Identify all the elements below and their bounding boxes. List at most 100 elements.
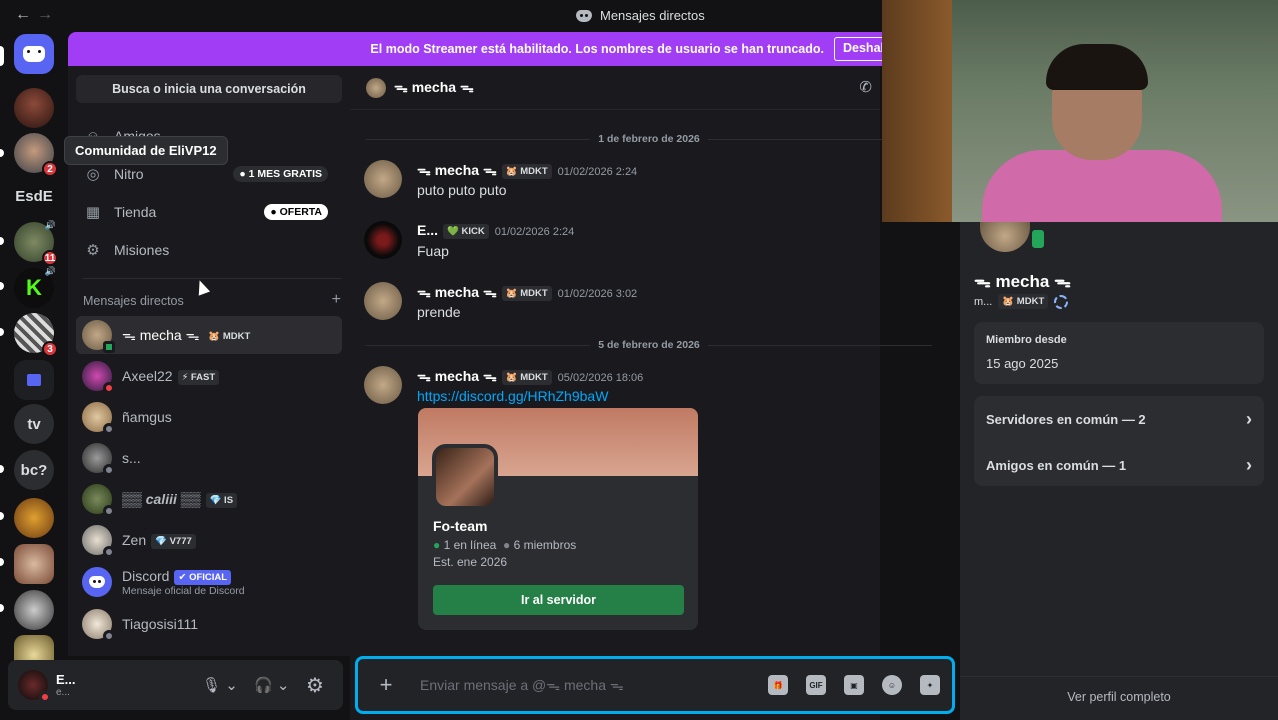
- message-avatar[interactable]: [364, 221, 402, 259]
- microphone-icon[interactable]: 🎙 ⌄: [202, 676, 238, 694]
- chevron-right-icon: ›: [1246, 408, 1252, 429]
- online-dot-icon: ●: [433, 538, 441, 552]
- user-profile-panel: ᯓ mecha ᯓ m... 🐹 MDKT Miembro desde 15 a…: [960, 220, 1278, 720]
- server-esde[interactable]: EsdE: [14, 176, 54, 216]
- server-icon-2[interactable]: 2: [14, 133, 58, 177]
- invite-link[interactable]: https://discord.gg/HRhZh9baW: [417, 388, 608, 404]
- offer-badge: ● OFERTA: [264, 204, 328, 220]
- disable-streamer-button[interactable]: Deshabilitar: [834, 37, 888, 61]
- webcam-overlay: [882, 0, 1278, 222]
- mutual-card: Servidores en común — 2 › Amigos en común…: [974, 396, 1264, 486]
- server-icon-4[interactable]: 🔊 11: [14, 220, 58, 266]
- back-arrow-icon[interactable]: ←: [12, 6, 34, 24]
- dm-item-discord[interactable]: Discord ✔ OFICIAL Mensaje oficial de Disc…: [76, 562, 342, 602]
- nitro-icon: ◎: [86, 166, 100, 183]
- discord-logo-icon: [576, 9, 592, 22]
- message-text: Fuap: [417, 243, 449, 259]
- search-conversation-button[interactable]: Busca o inicia una conversación: [76, 75, 342, 103]
- author-name[interactable]: E...: [417, 222, 438, 238]
- date-label: 1 de febrero de 2026: [598, 133, 700, 145]
- speaker-icon: 🔊: [44, 220, 56, 230]
- mutual-servers-row[interactable]: Servidores en común — 2 ›: [974, 396, 1264, 442]
- user-info[interactable]: E... e...: [48, 672, 76, 698]
- server-folder[interactable]: [14, 360, 54, 400]
- gift-icon[interactable]: 🎁: [768, 675, 788, 695]
- server-kick[interactable]: K 🔊: [14, 266, 56, 308]
- server-established: Est. ene 2026: [433, 555, 508, 569]
- mutual-friends-row[interactable]: Amigos en común — 1 ›: [974, 442, 1264, 488]
- forward-arrow-icon[interactable]: →: [34, 6, 56, 24]
- unread-pill: [0, 328, 4, 336]
- server-icon-10[interactable]: [14, 498, 54, 538]
- dm-name-block: Discord ✔ OFICIAL Mensaje oficial de Disc…: [122, 568, 245, 597]
- nav-quests[interactable]: ⚙ Misiones: [76, 232, 342, 268]
- server-invite-card: Fo-team ● 1 en línea ● 6 miembros Est. e…: [418, 408, 698, 630]
- guild-tag: 🐹 MDKT: [998, 294, 1049, 309]
- apps-icon[interactable]: ✦: [920, 675, 940, 695]
- message-header: ᯓ mecha ᯓ 🐹 MDKT 01/02/2026 3:02: [417, 283, 637, 302]
- webcam-background-door: [882, 0, 952, 222]
- voice-call-icon[interactable]: ✆: [859, 78, 872, 96]
- chevron-right-icon: ›: [1246, 454, 1252, 475]
- gif-icon[interactable]: GIF: [806, 675, 826, 695]
- view-full-profile-link[interactable]: Ver perfil completo: [960, 690, 1278, 704]
- member-since-card: Miembro desde 15 ago 2025: [974, 322, 1264, 384]
- author-name[interactable]: ᯓ mecha ᯓ: [417, 284, 497, 300]
- dm-item-caliii[interactable]: ▒▒ caliii ▒▒ 💎 IS: [76, 480, 342, 518]
- server-icon-1[interactable]: [14, 88, 54, 128]
- guild-tag: ⚡ FAST: [177, 369, 220, 385]
- server-icon-11[interactable]: [14, 544, 54, 584]
- server-bc[interactable]: bc?: [14, 450, 54, 490]
- dm-name: Zen 💎 V777: [122, 532, 196, 549]
- member-since-date: 15 ago 2025: [986, 356, 1059, 371]
- message-avatar[interactable]: [364, 282, 402, 320]
- message-composer[interactable]: + Enviar mensaje a @ᯓ mecha ᯓ 🎁 GIF ▣ ☺ …: [355, 656, 955, 714]
- divider: [83, 278, 341, 279]
- nav-shop[interactable]: ▦ Tienda ● OFERTA: [76, 194, 342, 230]
- server-icon-6[interactable]: 3: [14, 313, 58, 357]
- badge-text: OFERTA: [279, 206, 322, 218]
- header-avatar: [366, 77, 386, 98]
- author-name[interactable]: ᯓ mecha ᯓ: [417, 368, 497, 384]
- dm-item-tiagosisi111[interactable]: Tiagosisi111: [76, 605, 342, 643]
- server-icon-12[interactable]: [14, 590, 54, 630]
- mention-badge: 11: [42, 250, 58, 266]
- user-avatar[interactable]: [18, 670, 51, 703]
- headphones-icon[interactable]: 🎧 ⌄: [254, 676, 289, 694]
- date-divider: 5 de febrero de 2026: [366, 339, 932, 351]
- attach-plus-icon[interactable]: +: [374, 672, 398, 698]
- badge-icon: [1054, 294, 1069, 309]
- dm-item-mecha[interactable]: ᯓ mecha ᯓ 🐹 MDKT: [76, 316, 342, 354]
- create-dm-icon[interactable]: +: [332, 292, 341, 308]
- message-avatar[interactable]: [364, 366, 402, 404]
- profile-avatar[interactable]: [980, 220, 1030, 252]
- kick-logo-icon: K: [26, 275, 42, 300]
- settings-gear-icon[interactable]: ⚙: [306, 673, 324, 698]
- message-input[interactable]: Enviar mensaje a @ᯓ mecha ᯓ: [420, 676, 624, 695]
- streamer-mode-banner: El modo Streamer está habilitado. Los no…: [68, 32, 888, 66]
- author-name[interactable]: ᯓ mecha ᯓ: [417, 162, 497, 178]
- direct-messages-home-button[interactable]: [14, 34, 54, 74]
- server-rail: 2 EsdE 🔊 11 K 🔊 3 tv bc?: [0, 32, 68, 720]
- sticker-icon[interactable]: ▣: [844, 675, 864, 695]
- banner-text: El modo Streamer está habilitado. Los no…: [370, 42, 824, 56]
- avatar: [82, 567, 112, 597]
- mobile-status-icon: [103, 341, 115, 353]
- dm-item-namgus[interactable]: ñamgus: [76, 398, 342, 436]
- server-tooltip: Comunidad de EliVP12: [64, 136, 228, 165]
- server-tv[interactable]: tv: [14, 404, 54, 444]
- offline-status-icon: [103, 423, 115, 435]
- dm-item-s[interactable]: s...: [76, 439, 342, 477]
- message-avatar[interactable]: [364, 160, 402, 198]
- dm-item-zen[interactable]: Zen 💎 V777: [76, 521, 342, 559]
- nav-label: Tienda: [114, 204, 157, 220]
- emoji-icon[interactable]: ☺: [882, 675, 902, 695]
- dm-item-axeel22[interactable]: Axeel22 ⚡ FAST: [76, 357, 342, 395]
- timestamp: 01/02/2026 2:24: [557, 166, 638, 178]
- chat-area: ᯓ mecha ᯓ ✆ 1 de febrero de 2026 ᯓ mecha…: [350, 66, 880, 720]
- timestamp: 01/02/2026 3:02: [557, 288, 638, 300]
- window-title: Mensajes directos: [576, 8, 705, 23]
- user-status: e...: [56, 687, 70, 698]
- date-divider: 1 de febrero de 2026: [366, 133, 932, 145]
- join-server-button[interactable]: Ir al servidor: [433, 585, 684, 615]
